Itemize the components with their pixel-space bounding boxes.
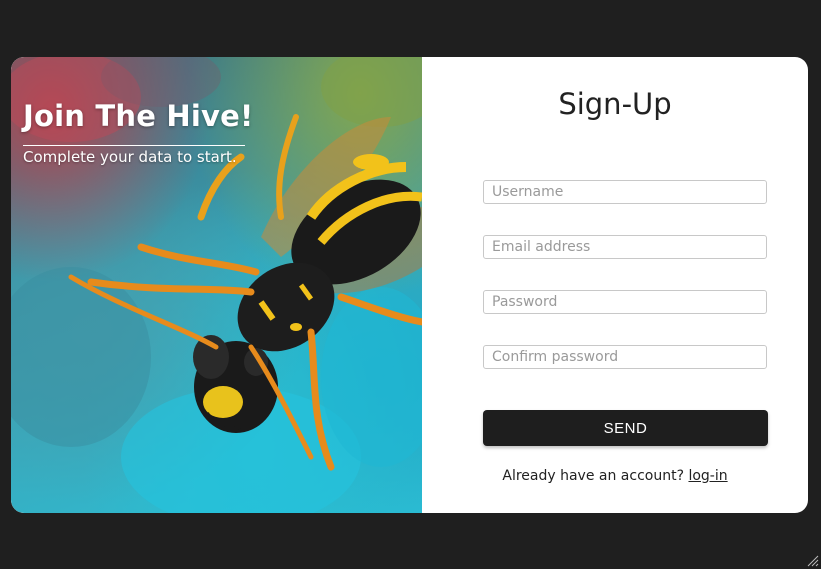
hero-divider xyxy=(23,145,245,146)
hero-subtitle: Complete your data to start. xyxy=(23,148,237,166)
hero-image-panel: Join The Hive! Complete your data to sta… xyxy=(11,57,422,513)
form-title: Sign-Up xyxy=(558,87,672,121)
login-link[interactable]: log-in xyxy=(688,468,727,484)
login-prompt-text: Already have an account? xyxy=(502,468,685,484)
email-input[interactable] xyxy=(483,235,767,259)
send-button[interactable]: SEND xyxy=(483,410,768,446)
login-prompt-line: Already have an account? log-in xyxy=(422,468,808,484)
resize-grip-icon[interactable] xyxy=(807,555,819,567)
username-input[interactable] xyxy=(483,180,767,204)
signup-card: Join The Hive! Complete your data to sta… xyxy=(11,57,808,513)
hero-title: Join The Hive! xyxy=(23,99,254,133)
signup-form-panel: Sign-Up SEND Already have an account? lo… xyxy=(422,57,808,513)
password-input[interactable] xyxy=(483,290,767,314)
confirm-password-input[interactable] xyxy=(483,345,767,369)
